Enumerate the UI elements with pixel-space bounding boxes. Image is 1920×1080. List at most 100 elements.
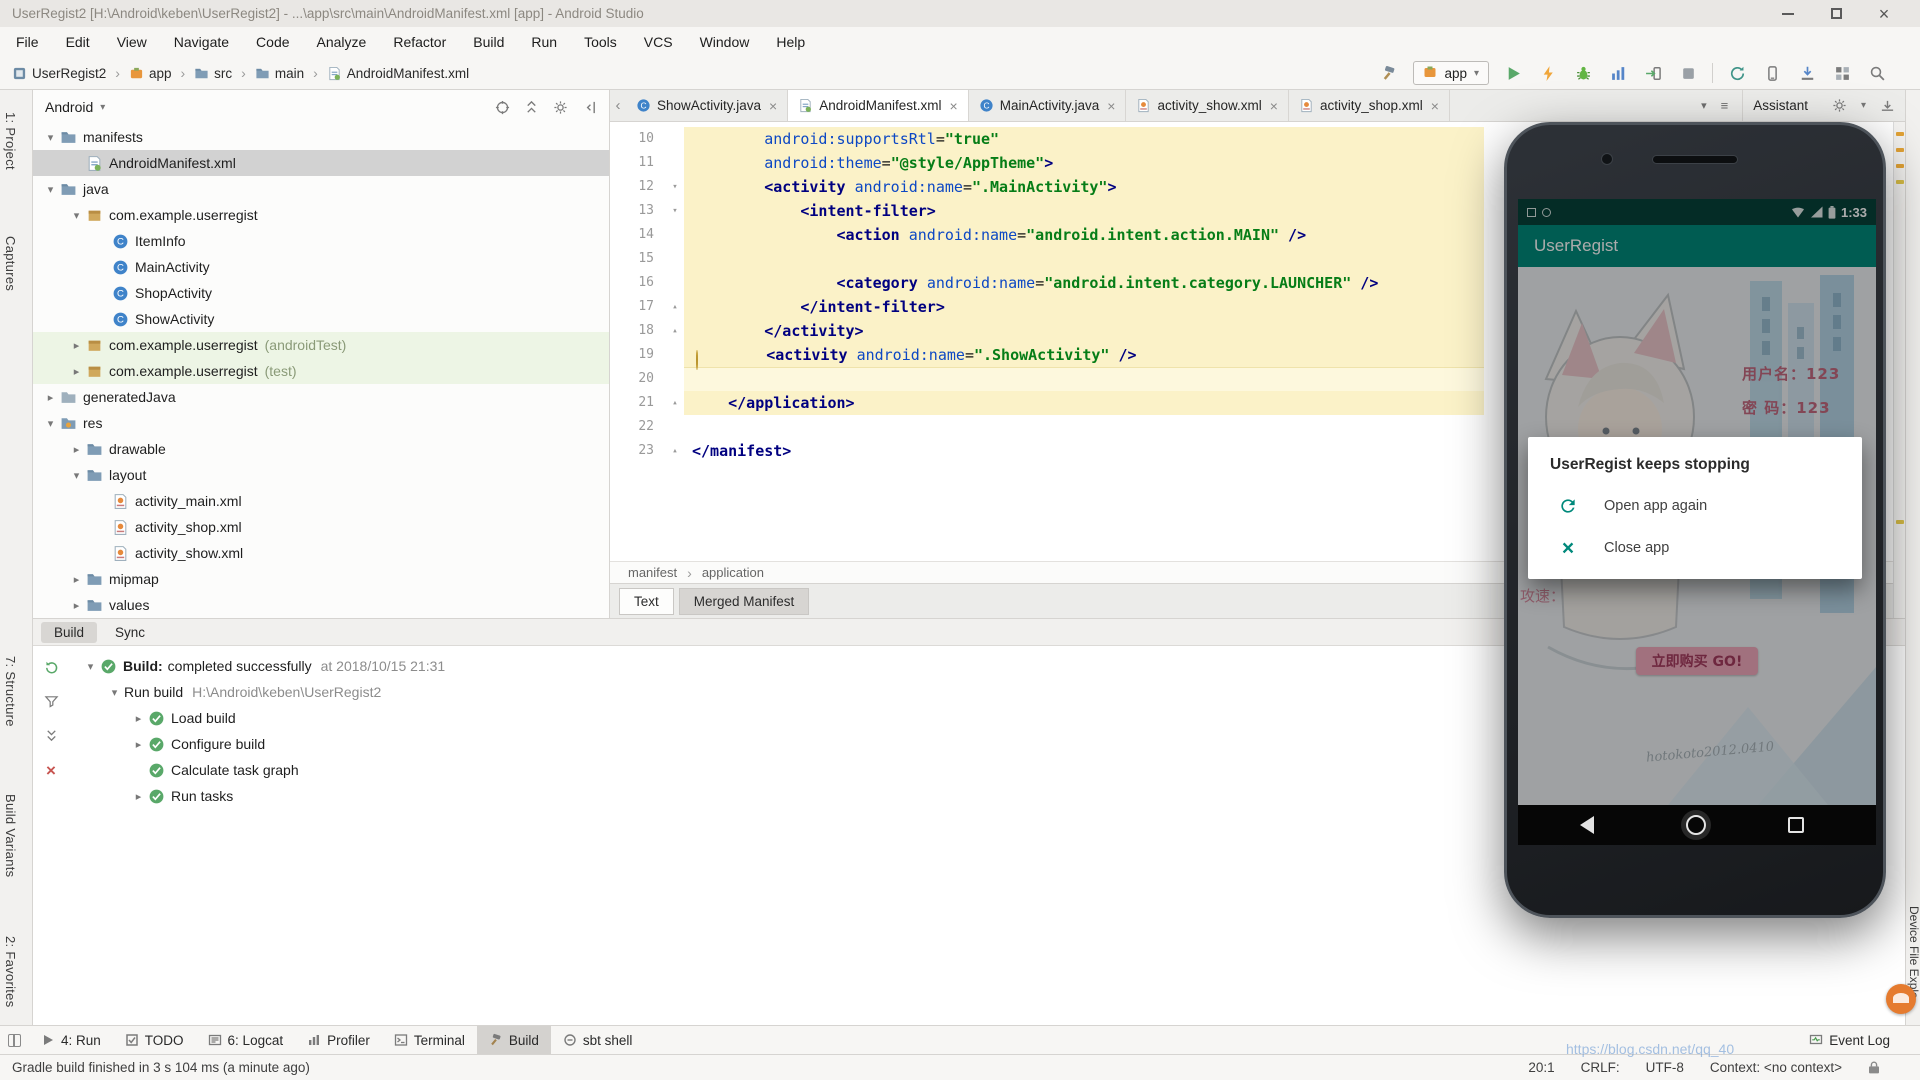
chevron-expanded-icon[interactable]: ▾ [67,209,86,222]
minimize-button[interactable] [1764,0,1812,27]
close-tab-icon[interactable]: × [1107,98,1115,114]
recents-button[interactable] [1788,817,1804,833]
stop-button[interactable] [1677,62,1699,84]
menu-window[interactable]: Window [700,34,750,50]
stripe-mark[interactable] [1896,520,1904,524]
tree-item-mainactivity[interactable]: C MainActivity [33,254,609,280]
close-tab-icon[interactable]: × [950,98,958,114]
debug-button[interactable] [1572,62,1594,84]
hide-panel-icon[interactable] [1880,98,1895,113]
home-button[interactable] [1686,815,1706,835]
tool-tab-project[interactable]: 1: Project [3,112,18,170]
tree-item-iteminfo[interactable]: C ItemInfo [33,228,609,254]
close-tab-icon[interactable]: × [769,98,777,114]
close-icon[interactable]: × [46,762,56,779]
menu-run[interactable]: Run [531,34,557,50]
gear-icon[interactable] [1832,98,1847,113]
tree-item-activity-main-xml[interactable]: activity_main.xml [33,488,609,514]
chevron-expanded-icon[interactable]: ▾ [41,183,60,196]
tree-item-generatedjava[interactable]: ▸ generatedJava [33,384,609,410]
encoding-indicator[interactable]: UTF-8 [1646,1060,1684,1075]
hide-panel-icon[interactable] [582,100,597,115]
run-config-selector[interactable]: app ▾ [1413,61,1489,85]
apply-changes-icon[interactable] [1537,62,1559,84]
back-button[interactable] [1580,816,1594,834]
chevron-expanded-icon[interactable]: ▾ [81,660,100,673]
fold-close-icon[interactable]: ▴ [666,391,684,415]
project-view-selector[interactable]: Android [45,99,93,115]
hidden-tabs-dropdown-icon[interactable]: ▾ [1701,99,1707,112]
menu-vcs[interactable]: VCS [644,34,673,50]
dialog-action-close-app[interactable]: × Close app [1528,527,1862,569]
stripe-mark[interactable] [1896,164,1904,168]
close-tab-icon[interactable]: × [1270,98,1278,114]
tree-item-activity-show-xml[interactable]: activity_show.xml [33,540,609,566]
fold-open-icon[interactable]: ▾ [666,199,684,223]
expand-all-icon[interactable] [44,728,59,743]
breadcrumb-app[interactable]: app [129,66,171,81]
menu-refactor[interactable]: Refactor [393,34,446,50]
lock-icon[interactable] [1868,1061,1880,1074]
chevron-expanded-icon[interactable]: ▾ [67,469,86,482]
chevron-expanded-icon[interactable]: ▾ [105,686,124,699]
filter-icon[interactable] [44,694,59,709]
run-button[interactable] [1502,62,1524,84]
stripe-mark[interactable] [1896,132,1904,136]
tool-tab-structure[interactable]: 7: Structure [3,656,18,727]
close-window-button[interactable]: × [1860,0,1908,27]
chevron-collapsed-icon[interactable]: ▸ [67,339,86,352]
chevron-collapsed-icon[interactable]: ▸ [129,738,148,751]
menu-help[interactable]: Help [776,34,805,50]
toolwindow-button-6-logcat[interactable]: 6: Logcat [196,1026,296,1054]
tab-showactivity-java[interactable]: C ShowActivity.java × [626,90,789,121]
menu-file[interactable]: File [16,34,39,50]
chevron-collapsed-icon[interactable]: ▸ [67,443,86,456]
chevron-collapsed-icon[interactable]: ▸ [67,573,86,586]
view-tab-merged-manifest[interactable]: Merged Manifest [678,587,810,615]
tree-item-java[interactable]: ▾ java [33,176,609,202]
locate-file-icon[interactable] [495,100,510,115]
toolwindow-button-4-run[interactable]: 4: Run [29,1026,113,1054]
tab-androidmanifest-xml[interactable]: AndroidManifest.xml × [788,90,969,121]
toolwindow-button-sbt-shell[interactable]: sbt shell [551,1026,645,1054]
tree-item-values[interactable]: ▸ values [33,592,609,618]
toolwindow-button-event-log[interactable]: Event Log [1797,1026,1902,1054]
breadcrumb-androidmanifest-xml[interactable]: AndroidManifest.xml [327,66,469,81]
avd-manager-icon[interactable] [1761,62,1783,84]
tab-activity-shop-xml[interactable]: activity_shop.xml × [1288,90,1450,121]
fold-close-icon[interactable]: ▴ [666,439,684,463]
tab-activity-show-xml[interactable]: activity_show.xml × [1126,90,1289,121]
tree-item-com-example-userregist[interactable]: ▸ com.example.userregist (androidTest) [33,332,609,358]
tree-item-drawable[interactable]: ▸ drawable [33,436,609,462]
gear-icon[interactable] [553,100,568,115]
profiler-button[interactable] [1607,62,1629,84]
sync-project-icon[interactable] [1726,62,1748,84]
tool-tab-build-variants[interactable]: Build Variants [3,794,18,877]
tree-item-androidmanifest-xml[interactable]: AndroidManifest.xml [33,150,609,176]
maximize-button[interactable] [1812,0,1860,27]
menu-tools[interactable]: Tools [584,34,617,50]
tab-assistant[interactable]: Assistant [1742,90,1818,121]
tree-item-layout[interactable]: ▾ layout [33,462,609,488]
menu-analyze[interactable]: Analyze [317,34,367,50]
tool-tab-captures[interactable]: Captures [3,236,18,291]
toolwindow-button-terminal[interactable]: Terminal [382,1026,477,1054]
close-tab-icon[interactable]: × [1431,98,1439,114]
chevron-collapsed-icon[interactable]: ▸ [129,790,148,803]
menu-navigate[interactable]: Navigate [174,34,229,50]
menu-build[interactable]: Build [473,34,504,50]
breadcrumb-main[interactable]: main [255,66,304,81]
dialog-action-open-app-again[interactable]: Open app again [1528,485,1862,527]
rerun-build-icon[interactable] [44,660,59,675]
breadcrumb-manifest[interactable]: manifest [628,565,677,580]
build-hammer-icon[interactable] [1378,62,1400,84]
tree-item-manifests[interactable]: ▾ manifests [33,124,609,150]
view-tab-text[interactable]: Text [619,587,674,615]
tree-item-com-example-userregist[interactable]: ▾ com.example.userregist [33,202,609,228]
menu-edit[interactable]: Edit [66,34,90,50]
chevron-collapsed-icon[interactable]: ▸ [67,599,86,612]
attach-debugger-icon[interactable] [1642,62,1664,84]
toolwindow-button-todo[interactable]: TODO [113,1026,196,1054]
tree-item-shopactivity[interactable]: C ShopActivity [33,280,609,306]
menu-code[interactable]: Code [256,34,289,50]
